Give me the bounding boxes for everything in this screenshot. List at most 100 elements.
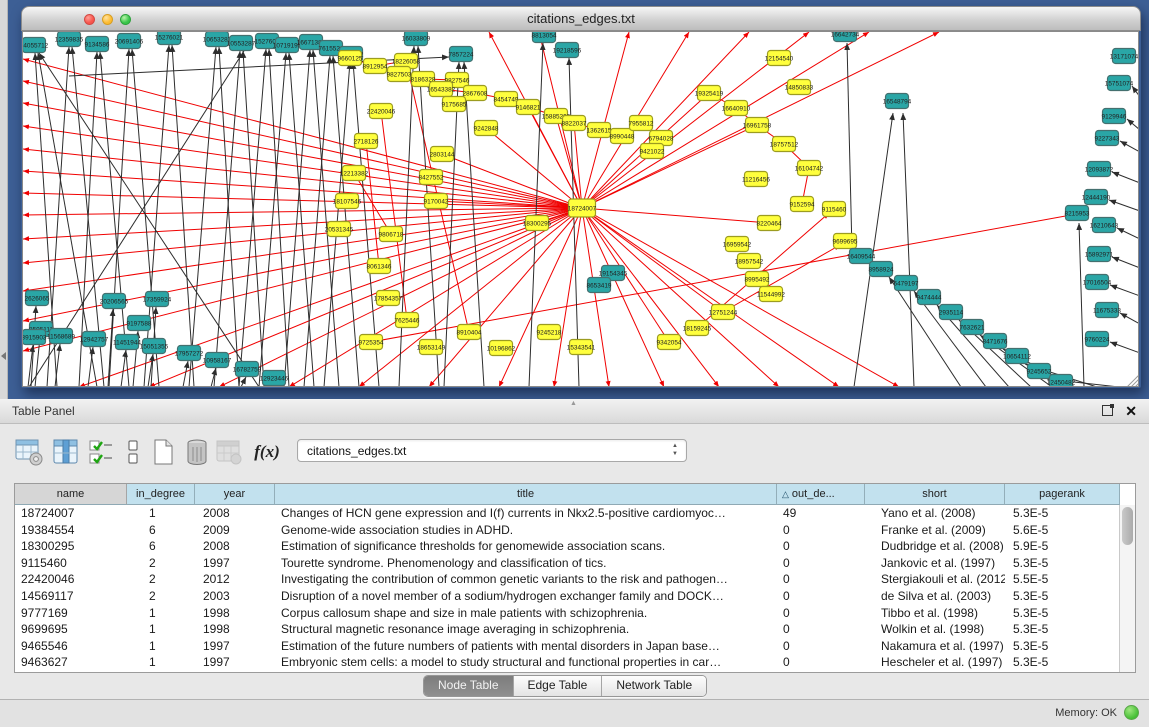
graph-node[interactable]: 2935114	[939, 305, 964, 320]
graph-node[interactable]: 17016504	[1083, 275, 1112, 290]
table-cell[interactable]: 2009	[195, 522, 275, 539]
graph-node[interactable]: 12450482	[1047, 375, 1076, 388]
table-cell[interactable]: 5.5E-5	[1005, 571, 1120, 588]
graph-edge[interactable]	[189, 47, 216, 387]
graph-node[interactable]: 15751074	[1105, 76, 1134, 91]
graph-node[interactable]: 11568689	[47, 329, 75, 344]
graph-node[interactable]: 18107546	[333, 194, 362, 209]
graph-edge[interactable]	[239, 49, 266, 387]
graph-node[interactable]: 8215953	[1065, 206, 1090, 221]
table-cell[interactable]: Tibbo et al. (1998)	[865, 605, 1005, 622]
graph-node[interactable]: 8220464	[757, 216, 782, 231]
column-header-year[interactable]: year	[195, 484, 275, 505]
table-row[interactable]: 977716911998Corpus callosum shape and si…	[15, 605, 1120, 622]
graph-node[interactable]: 9175685	[442, 97, 467, 112]
table-cell[interactable]: 18724007	[15, 505, 127, 522]
vertical-scrollbar[interactable]	[1119, 505, 1135, 672]
table-cell[interactable]: 2003	[195, 588, 275, 605]
memory-ok-indicator[interactable]	[1124, 705, 1139, 720]
table-row[interactable]: 2242004622012Investigating the contribut…	[15, 571, 1120, 588]
graph-node[interactable]: 16640910	[722, 101, 751, 116]
graph-node[interactable]: 14850833	[785, 80, 814, 95]
graph-edge[interactable]	[582, 32, 749, 208]
tab-node-table[interactable]: Node Table	[424, 676, 514, 696]
graph-node[interactable]: 11675333	[1093, 303, 1121, 318]
graph-node[interactable]: 9806718	[379, 227, 404, 242]
graph-node[interactable]: 16642734	[831, 32, 860, 42]
graph-edge[interactable]	[582, 208, 769, 223]
graph-edge[interactable]	[1112, 172, 1139, 183]
network-window-titlebar[interactable]: citations_edges.txt	[21, 6, 1141, 31]
graph-edge[interactable]	[23, 149, 582, 208]
graph-edge[interactable]	[582, 208, 779, 387]
graph-edge[interactable]	[284, 50, 310, 387]
graph-node[interactable]: 11451944	[113, 335, 141, 350]
table-cell[interactable]: 5.3E-5	[1005, 588, 1120, 605]
new-table-icon[interactable]	[148, 437, 178, 467]
graph-node[interactable]: 15276021	[155, 32, 184, 45]
graph-node[interactable]: 19218596	[553, 43, 582, 58]
graph-node[interactable]: 18724007	[568, 199, 597, 217]
table-cell[interactable]: Tourette syndrome. Phenomenology and cla…	[275, 555, 777, 572]
table-cell[interactable]: 5.3E-5	[1005, 605, 1120, 622]
table-cell[interactable]: 1	[127, 638, 195, 655]
table-cell[interactable]: 5.3E-5	[1005, 505, 1120, 522]
table-cell[interactable]: 49	[777, 505, 865, 522]
network-canvas[interactable]: 2405571212359835913458620691406152760211…	[22, 31, 1139, 387]
graph-node[interactable]: 10196862	[487, 341, 516, 356]
column-header-name[interactable]: name	[15, 484, 127, 505]
graph-node[interactable]: 12213382	[340, 166, 369, 181]
graph-node[interactable]: 15892971	[1085, 247, 1114, 262]
panel-collapse-handle-icon[interactable]	[1, 352, 6, 360]
graph-node[interactable]: 9760224	[1085, 332, 1110, 347]
graph-node[interactable]: 16961758	[743, 118, 772, 133]
graph-node[interactable]: 8653419	[587, 278, 612, 293]
graph-edge[interactable]	[582, 208, 719, 387]
graph-node[interactable]: 2626065	[25, 291, 50, 306]
graph-node[interactable]: 16782759	[233, 362, 262, 377]
table-cell[interactable]: 2012	[195, 571, 275, 588]
graph-node[interactable]: 8995492	[745, 272, 770, 287]
graph-edge[interactable]	[1132, 86, 1139, 97]
table-cell[interactable]: 1998	[195, 621, 275, 638]
table-cell[interactable]: 2008	[195, 505, 275, 522]
graph-edge[interactable]	[211, 368, 216, 387]
graph-node[interactable]: 2803144	[430, 147, 455, 162]
graph-node[interactable]: 8813054	[532, 32, 557, 43]
table-cell[interactable]: 0	[777, 605, 865, 622]
graph-node[interactable]: 10958167	[203, 353, 232, 368]
graph-node[interactable]: 12359835	[55, 32, 84, 47]
graph-edge[interactable]	[582, 208, 723, 312]
graph-node[interactable]: 7955812	[629, 116, 654, 131]
table-cell[interactable]: 9465546	[15, 638, 127, 655]
table-row[interactable]: 1830029562008Estimation of significance …	[15, 538, 1120, 555]
table-cell[interactable]: 2	[127, 588, 195, 605]
table-cell[interactable]: 2	[127, 555, 195, 572]
table-cell[interactable]: Franke et al. (2009)	[865, 522, 1005, 539]
table-cell[interactable]: 1	[127, 621, 195, 638]
row-height-icon[interactable]	[118, 437, 148, 467]
graph-node[interactable]: 13171074	[1110, 49, 1139, 64]
graph-node[interactable]: 11216456	[742, 172, 770, 187]
graph-node[interactable]: 16104742	[795, 161, 824, 176]
table-cell[interactable]: 1997	[195, 555, 275, 572]
graph-node[interactable]: 9725354	[359, 335, 384, 350]
graph-edge[interactable]	[243, 51, 264, 387]
table-cell[interactable]: 0	[777, 621, 865, 638]
table-cell[interactable]: de Silva et al. (2003)	[865, 588, 1005, 605]
table-cell[interactable]: 0	[777, 588, 865, 605]
graph-node[interactable]: 17957272	[175, 346, 204, 361]
graph-node[interactable]: 7857224	[449, 47, 474, 62]
graph-edge[interactable]	[144, 45, 169, 387]
graph-edge[interactable]	[582, 208, 664, 387]
graph-node[interactable]: 8912954	[363, 59, 388, 74]
table-cell[interactable]: 14569117	[15, 588, 127, 605]
graph-edge[interactable]	[23, 171, 582, 208]
graph-node[interactable]: 12942757	[80, 332, 109, 347]
graph-node[interactable]: 2718126	[354, 134, 379, 149]
table-cell[interactable]: Corpus callosum shape and size in male p…	[275, 605, 777, 622]
table-cell[interactable]: 9699695	[15, 621, 127, 638]
graph-edge[interactable]	[847, 43, 852, 251]
graph-node[interactable]: 7625446	[395, 313, 420, 328]
graph-node[interactable]: 12093872	[1085, 162, 1114, 177]
